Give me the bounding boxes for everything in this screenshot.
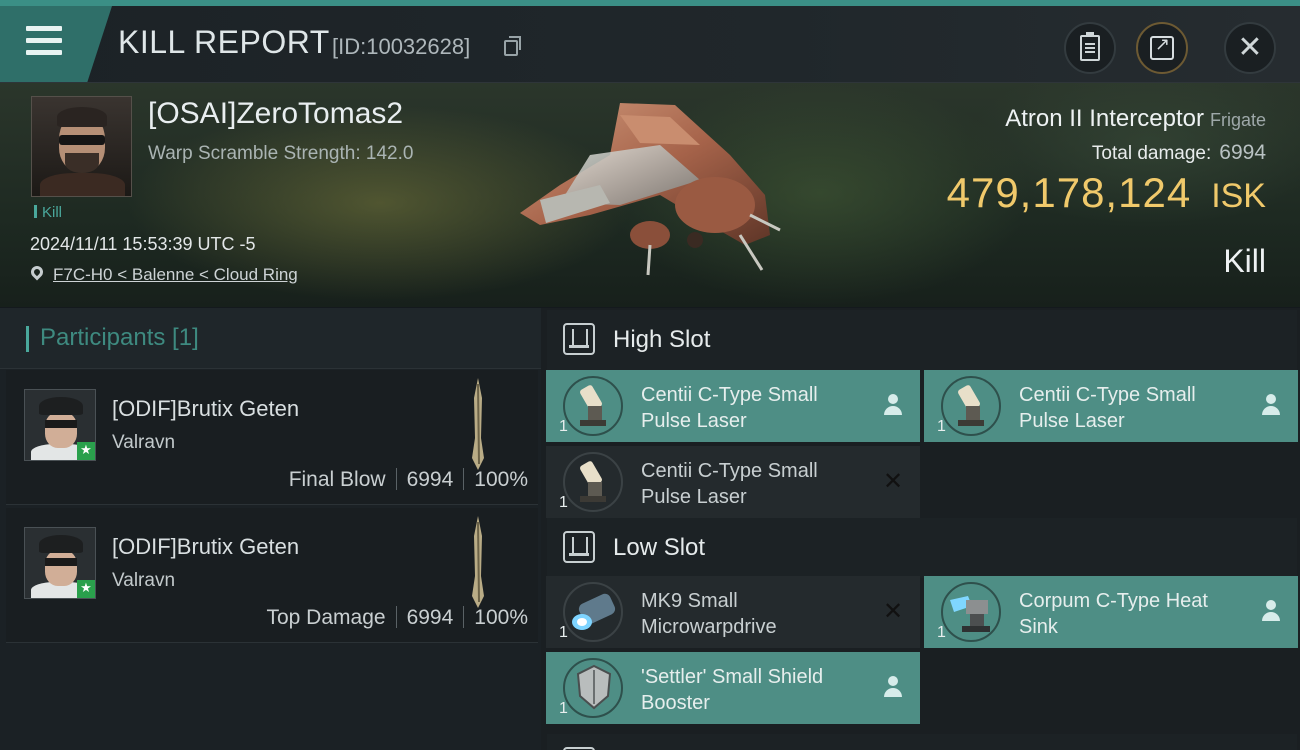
participant-role: Final Blow (288, 468, 386, 491)
page-title: KILL REPORT (118, 24, 330, 60)
next-slot-header-partial (547, 734, 1297, 750)
module-item[interactable]: 1 Centii C-Type Small Pulse Laser (546, 370, 920, 442)
copy-icon[interactable] (504, 36, 521, 56)
victim-portrait[interactable] (31, 96, 132, 197)
person-icon (1260, 600, 1282, 622)
module-quantity: 1 (559, 700, 568, 717)
low-slot-title: Low Slot (613, 534, 706, 561)
participants-title: Participants [1] (40, 324, 199, 351)
participant-stats: Final Blow 6994 100% (289, 468, 528, 492)
participant-damage: 6994 (406, 468, 454, 491)
participant-name: [ODIF]Brutix Geten (112, 396, 300, 421)
module-quantity: 1 (559, 418, 568, 435)
participant-avatar[interactable]: ★ (24, 389, 96, 461)
module-name: Centii C-Type Small Pulse Laser (1019, 384, 1196, 432)
participant-stats: Top Damage 6994 100% (266, 606, 528, 630)
module-item[interactable]: 1 Corpum C-Type Heat Sink (924, 576, 1298, 648)
person-icon (882, 394, 904, 416)
participant-card[interactable]: ★ [ODIF]Brutix Geten Valravn Top Damage 6… (6, 508, 538, 643)
microwarpdrive-icon (572, 593, 616, 630)
ship-render[interactable] (500, 85, 800, 295)
module-quantity: 1 (559, 624, 568, 641)
module-quantity: 1 (937, 624, 946, 641)
victim-banner: [OSAI]ZeroTomas2 Warp Scramble Strength:… (0, 83, 1300, 307)
participant-percent: 100% (474, 468, 528, 491)
participant-ship: Valravn (112, 570, 176, 591)
location-link[interactable]: F7C-H0 < Balenne < Cloud Ring (53, 265, 298, 285)
total-damage-value: 6994 (1219, 141, 1266, 164)
result-label: Kill (1223, 243, 1266, 279)
participant-percent: 100% (474, 606, 528, 629)
ship-type: Atron II Interceptor Frigate (1005, 105, 1266, 133)
low-slot-icon (563, 531, 595, 563)
participant-card[interactable]: ★ [ODIF]Brutix Geten Valravn Final Blow 6… (6, 370, 538, 505)
heat-sink-icon (950, 596, 990, 632)
module-quantity: 1 (937, 418, 946, 435)
module-item[interactable]: 1 Centii C-Type Small Pulse Laser ✕ (546, 446, 920, 518)
module-name: MK9 Small Microwarpdrive (641, 590, 777, 638)
module-name: Centii C-Type Small Pulse Laser (641, 460, 818, 508)
module-name: Centii C-Type Small Pulse Laser (641, 384, 818, 432)
close-button[interactable]: ✕ (1224, 22, 1276, 74)
victim-name[interactable]: [OSAI]ZeroTomas2 (148, 97, 403, 131)
clipboard-button[interactable] (1064, 22, 1116, 74)
clipboard-icon (1080, 32, 1100, 61)
participant-name: [ODIF]Brutix Geten (112, 534, 300, 559)
participant-role: Top Damage (266, 606, 386, 629)
header-bar: KILL REPORT [ID:10032628] ✕ (0, 6, 1300, 83)
high-slot-icon (563, 323, 595, 355)
destroyed-x-icon: ✕ (882, 467, 904, 495)
module-item[interactable]: 1 MK9 Small Microwarpdrive ✕ (546, 576, 920, 648)
participant-ship-icon (472, 516, 484, 608)
star-icon: ★ (77, 580, 95, 598)
warp-scramble-strength: Warp Scramble Strength: 142.0 (148, 143, 414, 164)
hamburger-icon (26, 26, 62, 56)
close-icon: ✕ (1237, 30, 1263, 65)
kill-timestamp: 2024/11/11 15:53:39 UTC -5 (30, 234, 256, 254)
participant-ship-icon (472, 378, 484, 470)
ship-name[interactable]: Atron II Interceptor (1005, 105, 1204, 132)
share-icon (1150, 34, 1174, 60)
participants-panel: Participants [1] ★ [ODIF]Brutix Geten Va… (0, 308, 541, 750)
total-damage-label: Total damage: (1091, 143, 1212, 164)
module-item[interactable]: 1 'Settler' Small Shield Booster (546, 652, 920, 724)
isk-value: 479,178,124 ISK (947, 169, 1266, 217)
participant-ship: Valravn (112, 432, 176, 453)
kill-tag: Kill (34, 204, 62, 221)
shield-booster-icon (576, 664, 612, 710)
participant-damage: 6994 (406, 606, 454, 629)
module-item[interactable]: 1 Centii C-Type Small Pulse Laser (924, 370, 1298, 442)
person-icon (1260, 394, 1282, 416)
total-damage: Total damage: 6994 (1092, 141, 1266, 165)
module-quantity: 1 (559, 494, 568, 511)
low-slot-header: Low Slot (547, 518, 1297, 578)
report-id: [ID:10032628] (332, 34, 471, 59)
module-name: 'Settler' Small Shield Booster (641, 666, 824, 714)
high-slot-header: High Slot (547, 310, 1297, 370)
pulse-laser-icon (958, 385, 984, 426)
pulse-laser-icon (580, 461, 606, 502)
pulse-laser-icon (580, 385, 606, 426)
module-name: Corpum C-Type Heat Sink (1019, 590, 1208, 638)
participants-header: Participants [1] (0, 308, 541, 369)
star-icon: ★ (77, 442, 95, 460)
share-button[interactable] (1136, 22, 1188, 74)
fitting-panel: High Slot 1 Centii C-Type Small Pulse La… (541, 308, 1300, 750)
isk-unit: ISK (1211, 177, 1266, 215)
destroyed-x-icon: ✕ (882, 597, 904, 625)
participant-avatar[interactable]: ★ (24, 527, 96, 599)
ship-class: Frigate (1209, 110, 1266, 130)
person-icon (882, 676, 904, 698)
location-pin-icon (28, 263, 46, 281)
isk-amount: 479,178,124 (946, 169, 1192, 216)
high-slot-title: High Slot (613, 326, 711, 353)
